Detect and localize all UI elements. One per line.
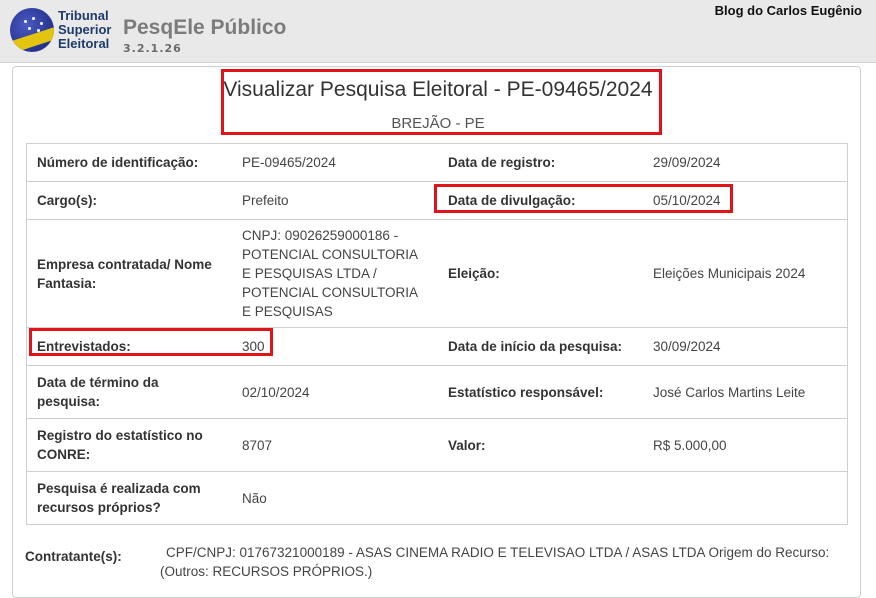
field-label: Pesquisa é realizada com recursos própri… bbox=[26, 471, 232, 525]
field-value bbox=[643, 471, 848, 525]
table-row: Registro do estatístico no CONRE: 8707 V… bbox=[26, 418, 848, 472]
logo-line-2: Superior bbox=[58, 22, 112, 37]
contratante-label: Contratante(s): bbox=[25, 549, 122, 564]
field-label: Estatístico responsável: bbox=[438, 365, 643, 419]
field-value: Prefeito bbox=[232, 181, 438, 220]
field-label: Data de início da pesquisa: bbox=[438, 327, 643, 366]
field-label: Data de término da pesquisa: bbox=[26, 365, 232, 419]
contratante-line-2: (Outros: RECURSOS PRÓPRIOS.) bbox=[160, 564, 373, 579]
field-value: Não bbox=[232, 471, 438, 525]
field-value: 30/09/2024 bbox=[643, 327, 848, 366]
field-label: Data de registro: bbox=[438, 143, 643, 182]
field-label: Número de identificação: bbox=[26, 143, 232, 182]
field-value: José Carlos Martins Leite bbox=[643, 365, 848, 419]
field-label: Valor: bbox=[438, 418, 643, 472]
tse-logo-text: Tribunal Superior Eleitoral bbox=[58, 9, 111, 51]
highlight-entrevistados bbox=[29, 328, 273, 356]
highlight-data-divulgacao bbox=[434, 184, 733, 213]
table-row: Pesquisa é realizada com recursos própri… bbox=[26, 471, 848, 525]
field-label: Registro do estatístico no CONRE: bbox=[26, 418, 232, 472]
tse-logo-icon bbox=[10, 8, 54, 52]
table-row: Empresa contratada/ Nome Fantasia: CNPJ:… bbox=[26, 219, 848, 328]
field-label: Empresa contratada/ Nome Fantasia: bbox=[26, 219, 232, 328]
field-value: 02/10/2024 bbox=[232, 365, 438, 419]
field-label bbox=[438, 471, 643, 525]
field-value: Eleições Municipais 2024 bbox=[643, 219, 848, 328]
field-value: 8707 bbox=[232, 418, 438, 472]
app-version: 3.2.1.26 bbox=[123, 42, 182, 55]
table-row: Número de identificação: PE-09465/2024 D… bbox=[26, 143, 848, 182]
blog-watermark: Blog do Carlos Eugênio bbox=[714, 3, 862, 18]
field-value: CNPJ: 09026259000186 - POTENCIAL CONSULT… bbox=[232, 219, 438, 328]
field-label: Eleição: bbox=[438, 219, 643, 328]
title-highlight-box bbox=[221, 69, 662, 135]
field-label: Cargo(s): bbox=[26, 181, 232, 220]
field-value: PE-09465/2024 bbox=[232, 143, 438, 182]
contratante-line-1: CPF/CNPJ: 01767321000189 - ASAS CINEMA R… bbox=[166, 545, 830, 560]
table-row: Data de término da pesquisa: 02/10/2024 … bbox=[26, 365, 848, 419]
top-bar: Tribunal Superior Eleitoral PesqEle Públ… bbox=[0, 0, 876, 63]
logo-line-3: Eleitoral bbox=[58, 36, 110, 51]
logo-line-1: Tribunal bbox=[58, 8, 109, 23]
field-value: 29/09/2024 bbox=[643, 143, 848, 182]
field-value: R$ 5.000,00 bbox=[643, 418, 848, 472]
contratante-value: CPF/CNPJ: 01767321000189 - ASAS CINEMA R… bbox=[160, 543, 840, 581]
app-name[interactable]: PesqEle Público bbox=[123, 16, 286, 40]
